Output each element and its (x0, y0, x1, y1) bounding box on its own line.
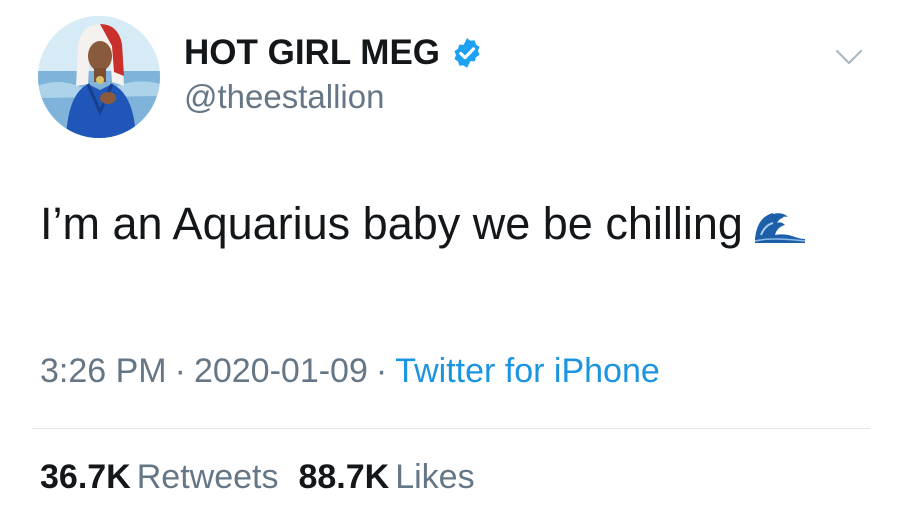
retweets-stat[interactable]: 36.7K Retweets (40, 458, 278, 496)
retweets-count: 36.7K (40, 458, 131, 496)
tweet-date[interactable]: 2020-01-09 (194, 352, 368, 390)
display-name[interactable]: HOT GIRL MEG (184, 33, 440, 73)
likes-count: 88.7K (298, 458, 390, 496)
chevron-down-icon[interactable] (834, 46, 864, 68)
likes-label: Likes (395, 458, 475, 496)
tweet-card: HOT GIRL MEG @theestallion I’m an Aquari… (0, 0, 900, 531)
meta-separator: · (174, 352, 186, 390)
user-handle[interactable]: @theestallion (184, 78, 384, 116)
avatar[interactable] (38, 16, 160, 138)
tweet-stats: 36.7K Retweets 88.7K Likes (40, 458, 495, 497)
tweet-time[interactable]: 3:26 PM (40, 352, 167, 390)
meta-separator: · (375, 352, 388, 390)
water-wave-emoji-icon (750, 204, 807, 245)
divider (32, 428, 870, 429)
display-name-row[interactable]: HOT GIRL MEG (184, 30, 484, 76)
tweet-body: I’m an Aquarius baby we be chilling (40, 198, 807, 250)
avatar-image (38, 16, 160, 138)
tweet-text: I’m an Aquarius baby we be chilling (40, 198, 743, 249)
verified-badge-icon (450, 36, 484, 70)
tweet-meta: 3:26 PM · 2020-01-09 · Twitter for iPhone (40, 352, 660, 391)
tweet-source-link[interactable]: Twitter for iPhone (395, 352, 660, 390)
likes-stat[interactable]: 88.7K Likes (298, 458, 474, 496)
retweets-label: Retweets (136, 458, 279, 496)
